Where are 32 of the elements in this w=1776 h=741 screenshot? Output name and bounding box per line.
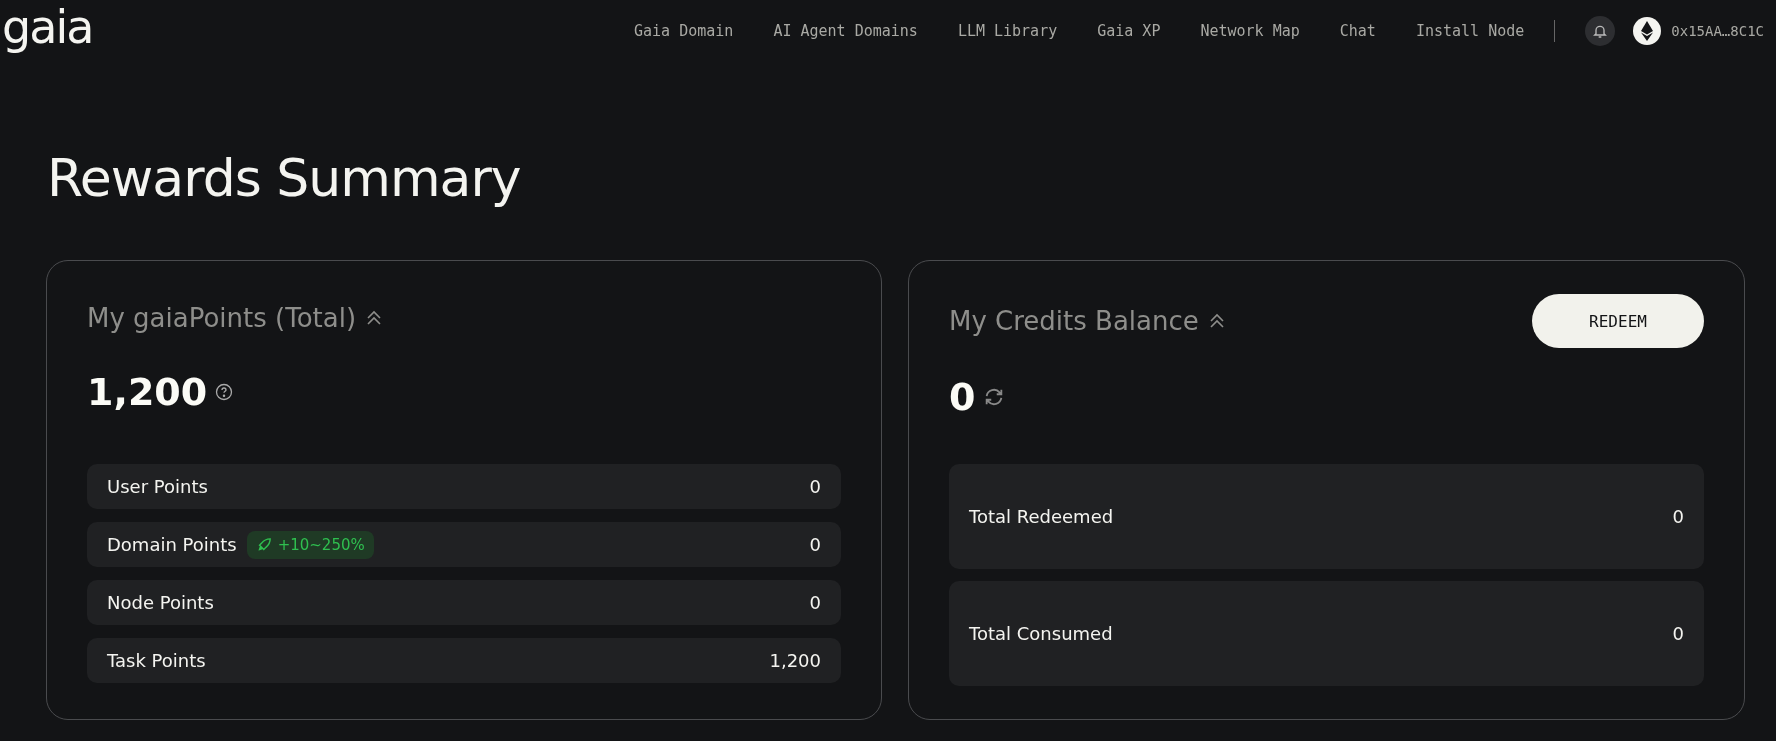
row-value: 1,200 [769,650,821,671]
row-label: Task Points [107,650,206,671]
credits-total: 0 [949,375,976,419]
card-heading: My Credits Balance [949,306,1199,336]
row-value: 0 [809,534,821,555]
nav-link[interactable]: Gaia Domain [634,22,734,40]
rocket-icon [255,536,273,553]
page-title: Rewards Summary [47,148,522,208]
row-label: Total Redeemed [969,506,1114,527]
card-heading: My gaiaPoints (Total) [87,303,357,334]
row-value: 0 [809,476,821,497]
nav-link[interactable]: Chat [1339,22,1376,40]
nav-link[interactable]: AI Agent Domains [773,22,918,40]
row-label: Node Points [107,592,214,613]
bell-icon[interactable] [1585,16,1616,46]
ethereum-icon [1633,17,1662,45]
row-value: 0 [809,592,821,613]
row-label: Domain Points [107,534,237,555]
redeem-button[interactable]: REDEEM [1532,294,1704,348]
row-label: User Points [107,476,208,497]
row-value: 0 [1672,623,1684,644]
row-label: Total Consumed [969,623,1113,644]
nav-link[interactable]: LLM Library [957,22,1058,40]
nav-link[interactable]: Install Node [1415,22,1525,40]
wallet-button[interactable]: 0x15AA…8C1C [1633,17,1764,45]
boost-badge: +10~250% [246,530,374,559]
nav-link[interactable]: Network Map [1200,22,1300,40]
row-value: 0 [1672,506,1684,527]
points-total: 1,200 [87,369,208,414]
help-icon[interactable] [215,382,234,401]
logo[interactable]: gaia [2,1,93,53]
nav-link[interactable]: Gaia XP [1097,22,1161,40]
